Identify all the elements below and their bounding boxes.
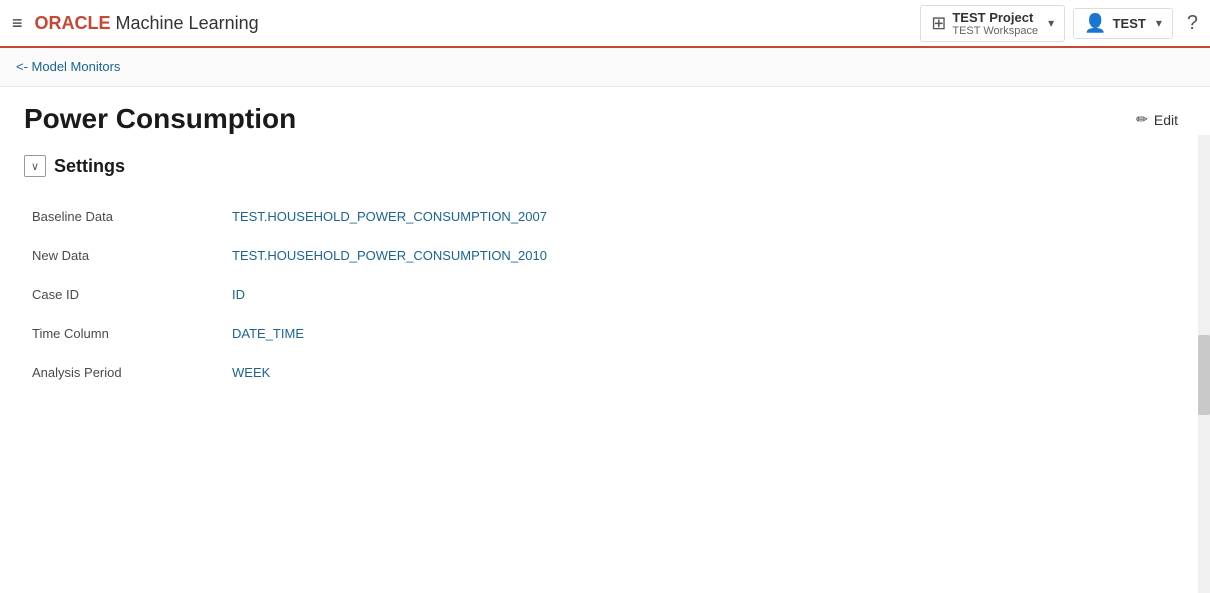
field-value: ID bbox=[232, 287, 245, 302]
workspace-name: TEST Workspace bbox=[952, 25, 1038, 37]
navbar-right: ⊞ TEST Project TEST Workspace ▾ 👤 TEST ▾… bbox=[920, 5, 1198, 42]
field-row: Case IDID bbox=[32, 275, 1186, 314]
user-selector[interactable]: 👤 TEST ▾ bbox=[1073, 8, 1173, 39]
brand-rest: Machine Learning bbox=[111, 13, 259, 33]
field-label: New Data bbox=[32, 248, 232, 263]
project-selector[interactable]: ⊞ TEST Project TEST Workspace ▾ bbox=[920, 5, 1065, 42]
pencil-icon: ✏ bbox=[1136, 111, 1148, 128]
field-value: TEST.HOUSEHOLD_POWER_CONSUMPTION_2007 bbox=[232, 209, 547, 224]
navbar: ≡ ORACLE Machine Learning ⊞ TEST Project… bbox=[0, 0, 1210, 48]
scrollbar-track bbox=[1198, 135, 1210, 593]
field-label: Case ID bbox=[32, 287, 232, 302]
page-header: Power Consumption ✏ Edit bbox=[24, 103, 1186, 135]
project-icon: ⊞ bbox=[931, 13, 946, 34]
collapse-button[interactable]: ∨ bbox=[24, 155, 46, 177]
brand-title: ORACLE Machine Learning bbox=[35, 13, 259, 34]
oracle-brand: ORACLE bbox=[35, 13, 111, 33]
field-value: TEST.HOUSEHOLD_POWER_CONSUMPTION_2010 bbox=[232, 248, 547, 263]
field-value: WEEK bbox=[232, 365, 270, 380]
edit-button[interactable]: ✏ Edit bbox=[1128, 107, 1186, 132]
user-chevron-icon: ▾ bbox=[1156, 16, 1162, 30]
field-row: New DataTEST.HOUSEHOLD_POWER_CONSUMPTION… bbox=[32, 236, 1186, 275]
field-label: Analysis Period bbox=[32, 365, 232, 380]
field-value: DATE_TIME bbox=[232, 326, 304, 341]
field-row: Time ColumnDATE_TIME bbox=[32, 314, 1186, 353]
user-name: TEST bbox=[1113, 16, 1146, 31]
project-name: TEST Project bbox=[952, 10, 1038, 25]
settings-title: Settings bbox=[54, 156, 125, 177]
edit-label: Edit bbox=[1154, 112, 1178, 128]
field-row: Analysis PeriodWEEK bbox=[32, 353, 1186, 392]
navbar-left: ≡ ORACLE Machine Learning bbox=[12, 13, 259, 34]
settings-section: ∨ Settings Baseline DataTEST.HOUSEHOLD_P… bbox=[24, 155, 1186, 392]
breadcrumb-bar: <- Model Monitors bbox=[0, 48, 1210, 87]
user-icon: 👤 bbox=[1084, 13, 1106, 34]
project-chevron-icon: ▾ bbox=[1048, 16, 1054, 30]
field-row: Baseline DataTEST.HOUSEHOLD_POWER_CONSUM… bbox=[32, 197, 1186, 236]
main-content: Power Consumption ✏ Edit ∨ Settings Base… bbox=[0, 87, 1210, 408]
breadcrumb-link[interactable]: <- Model Monitors bbox=[16, 59, 120, 74]
field-label: Baseline Data bbox=[32, 209, 232, 224]
page-title: Power Consumption bbox=[24, 103, 296, 135]
project-info: TEST Project TEST Workspace bbox=[952, 10, 1038, 37]
settings-fields: Baseline DataTEST.HOUSEHOLD_POWER_CONSUM… bbox=[24, 197, 1186, 392]
scrollbar-thumb[interactable] bbox=[1198, 335, 1210, 415]
field-label: Time Column bbox=[32, 326, 232, 341]
help-icon[interactable]: ? bbox=[1187, 12, 1198, 35]
hamburger-icon[interactable]: ≡ bbox=[12, 13, 23, 34]
settings-header[interactable]: ∨ Settings bbox=[24, 155, 1186, 177]
